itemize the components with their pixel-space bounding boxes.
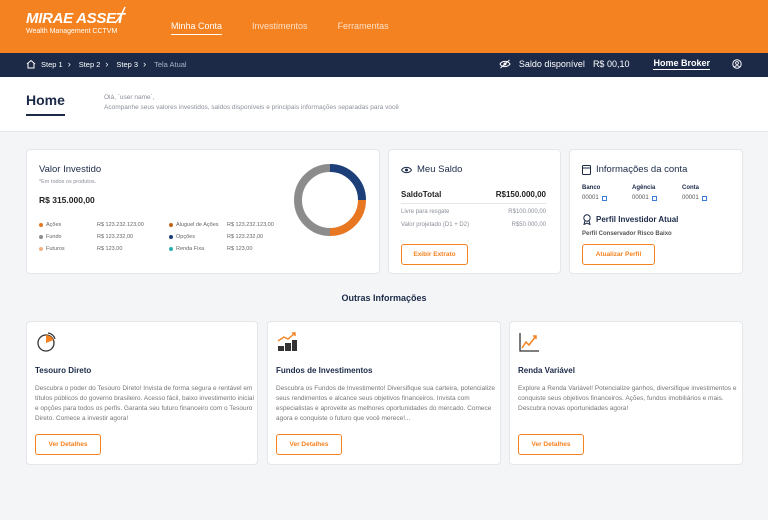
valor-investido-total: R$ 315.000,00 — [39, 195, 95, 205]
coins-growth-icon — [277, 332, 297, 351]
legend-item: Ações R$ 123.232.123,00 — [39, 219, 167, 231]
donut-segment-0 — [329, 164, 366, 201]
copy-icon[interactable] — [701, 195, 707, 201]
page-title: Home — [26, 92, 65, 116]
main-nav: Minha Conta Investimentos Ferramentas — [171, 21, 389, 35]
chevron-right-icon: › — [143, 59, 147, 69]
meu-saldo-card: Meu Saldo SaldoTotal R$150.000,00 Livre … — [388, 149, 561, 274]
copy-icon[interactable] — [601, 195, 607, 201]
legend-item: Futuros R$ 123,00 — [39, 243, 167, 255]
meu-saldo-header: Meu Saldo — [401, 164, 462, 175]
info-card-title: Fundos de Investimentos — [276, 366, 373, 375]
account-info-title: Informações da conta — [596, 164, 688, 175]
eye-icon[interactable] — [401, 166, 412, 174]
copy-icon[interactable] — [651, 195, 657, 201]
greeting-subtitle: Acompanhe seus valores investidos, saldo… — [104, 104, 399, 111]
divider — [401, 203, 546, 204]
exibir-extrato-button[interactable]: Exibir Extrato — [401, 244, 468, 265]
valor-investido-title: Valor Investido — [39, 164, 102, 175]
info-card-title: Renda Variável — [518, 366, 575, 375]
investment-legend-col-1: Ações R$ 123.232.123,00 Fundo R$ 123.232,0… — [39, 219, 167, 255]
logo-swoosh-icon — [114, 6, 126, 24]
info-card-description: Explore a Renda Variável! Potencialize g… — [518, 385, 737, 412]
brand-subtitle: Wealth Management CCTVM — [26, 28, 118, 35]
ver-detalhes-button[interactable]: Ver Detalhes — [276, 434, 342, 455]
nav-investimentos[interactable]: Investimentos — [252, 21, 308, 35]
info-card-description: Descubra o poder do Tesouro Direto! Invi… — [35, 385, 254, 422]
legend-item: Fundo R$ 123.232,00 — [39, 231, 167, 243]
perfil-header: Perfil Investidor Atual — [582, 214, 678, 225]
saldo-row: Valor projetado (D1 + D2) R$50.000,00 — [401, 222, 546, 228]
info-card-tesouro: Tesouro Direto Descubra o poder do Tesou… — [26, 321, 258, 465]
info-card-description: Descubra os Fundos de Investimento! Dive… — [276, 385, 495, 422]
info-card-renda-variavel: Renda Variável Explore a Renda Variável!… — [509, 321, 743, 465]
breadcrumb-step-2[interactable]: Step 2 — [79, 60, 101, 69]
legend-dot — [169, 223, 173, 227]
saldo-row: Livre para resgate R$100.000,00 — [401, 209, 546, 215]
valor-investido-note: *Em todos os produtos. — [39, 179, 97, 185]
saldo-disponivel-value: R$ 00,10 — [592, 59, 630, 69]
page-header: Home Olá, `user name`, Acompanhe seus va… — [0, 77, 768, 132]
breadcrumb: Step 1 › Step 2 › Step 3 › Tela Atual — [26, 59, 187, 69]
meu-saldo-title: Meu Saldo — [417, 164, 463, 175]
chevron-right-icon: › — [67, 59, 71, 69]
account-tools: Saldo disponível R$ 00,10 Home Broker — [499, 58, 742, 70]
donut-segment-2 — [294, 164, 331, 236]
breadcrumb-bar: Step 1 › Step 2 › Step 3 › Tela Atual Saldo… — [0, 53, 768, 77]
saldo-total-value: R$150.000,00 — [495, 190, 546, 199]
account-fields: Banco 00001 Agência 00001 Conta 00001 — [582, 185, 708, 201]
valor-investido-card: Valor Investido *Em todos os produtos. R… — [26, 149, 380, 274]
eye-off-icon[interactable] — [499, 59, 511, 69]
info-card-fundos: Fundos de Investimentos Descubra os Fund… — [267, 321, 501, 465]
legend-item: Opções R$ 123.232,00 — [169, 231, 297, 243]
investment-legend-col-2: Aluguel de Ações R$ 123.232.123,00 Opções… — [169, 219, 297, 255]
donut-segment-1 — [329, 199, 366, 236]
perfil-title: Perfil Investidor Atual — [596, 215, 679, 224]
account-info-card: Informações da conta Banco 00001 Agência… — [569, 149, 743, 274]
home-icon[interactable] — [26, 59, 36, 69]
line-chart-icon — [519, 333, 539, 352]
legend-dot — [169, 247, 173, 251]
legend-dot — [39, 235, 43, 239]
account-field-agencia: Agência 00001 — [632, 185, 657, 201]
award-icon — [583, 214, 591, 225]
allocation-donut-chart — [294, 164, 366, 236]
legend-dot — [169, 235, 173, 239]
atualizar-perfil-button[interactable]: Atualizar Perfil — [582, 244, 655, 265]
account-info-header: Informações da conta — [582, 164, 687, 175]
user-icon[interactable] — [732, 59, 742, 69]
ver-detalhes-button[interactable]: Ver Detalhes — [518, 434, 584, 455]
top-navigation-bar: MIRAE ASSET Wealth Management CCTVM Minh… — [0, 0, 768, 53]
outras-informacoes-title: Outras Informações — [341, 293, 427, 303]
chevron-right-icon: › — [105, 59, 109, 69]
legend-item: Aluguel de Ações R$ 123.232.123,00 — [169, 219, 297, 231]
legend-item: Renda Fixa R$ 123,00 — [169, 243, 297, 255]
pie-chart-icon — [37, 332, 56, 352]
breadcrumb-current: Tela Atual — [154, 59, 187, 69]
ver-detalhes-button[interactable]: Ver Detalhes — [35, 434, 101, 455]
saldo-total-row: SaldoTotal R$150.000,00 — [401, 190, 546, 199]
nav-ferramentas[interactable]: Ferramentas — [338, 21, 389, 35]
home-broker-link[interactable]: Home Broker — [653, 58, 710, 70]
brand-name: MIRAE ASSET — [26, 10, 125, 27]
nav-minha-conta[interactable]: Minha Conta — [171, 21, 223, 35]
account-field-conta: Conta 00001 — [682, 185, 708, 201]
document-icon — [582, 164, 591, 175]
info-card-title: Tesouro Direto — [35, 366, 92, 375]
account-field-banco: Banco 00001 — [582, 185, 608, 201]
legend-dot — [39, 247, 43, 251]
saldo-disponivel-label: Saldo disponível — [518, 59, 585, 69]
breadcrumb-step-1[interactable]: Step 1 — [41, 60, 63, 69]
greeting: Olá, `user name`, Acompanhe seus valores… — [104, 93, 399, 113]
saldo-total-label: SaldoTotal — [401, 190, 442, 199]
brand-logo[interactable]: MIRAE ASSET Wealth Management CCTVM — [26, 6, 126, 35]
breadcrumb-step-3[interactable]: Step 3 — [116, 60, 138, 69]
legend-dot — [39, 223, 43, 227]
perfil-value: Perfil Conservador Risco Baixo — [582, 231, 672, 237]
greeting-name: Olá, `user name`, — [104, 94, 155, 101]
